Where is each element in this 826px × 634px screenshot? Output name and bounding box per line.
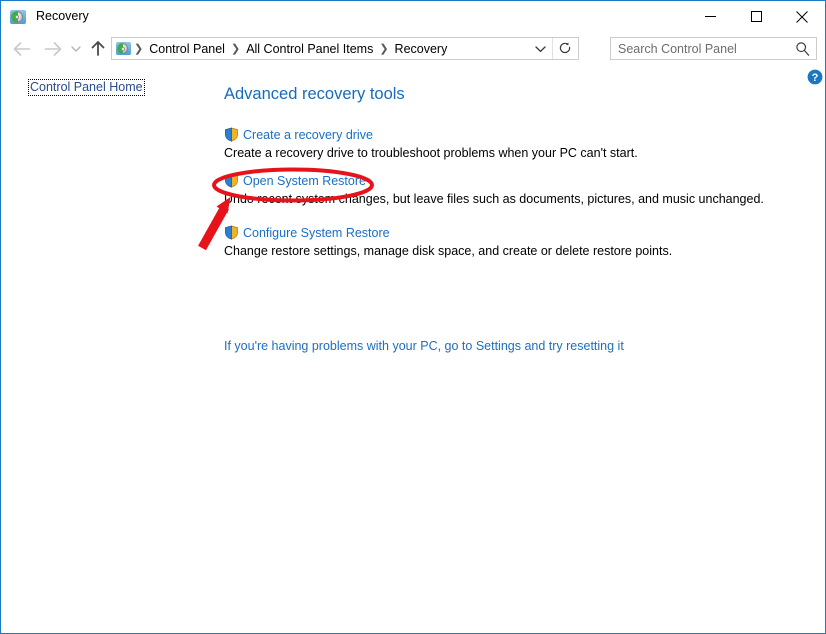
close-button[interactable] [779, 1, 825, 32]
link-create-a-recovery-drive[interactable]: Create a recovery drive [243, 128, 373, 142]
search-icon[interactable] [792, 39, 812, 59]
forward-button[interactable] [40, 36, 66, 61]
chevron-down-icon [71, 45, 81, 53]
recovery-disk-icon [115, 40, 132, 57]
breadcrumb-separator: ❯ [377, 42, 390, 55]
help-button[interactable]: ? [807, 69, 823, 85]
link-open-system-restore[interactable]: Open System Restore [243, 174, 366, 188]
recovery-disk-icon [9, 8, 27, 26]
uac-shield-icon [224, 127, 239, 142]
sidebar: Control Panel Home See also File History [1, 65, 216, 633]
refresh-icon [559, 42, 572, 56]
sidebar-item-control-panel-home[interactable]: Control Panel Home [28, 79, 145, 96]
up-one-level-button[interactable] [85, 36, 111, 61]
minimize-button[interactable] [687, 1, 733, 32]
caption-button-group [687, 1, 825, 32]
content-area: Control Panel Home See also File History… [1, 65, 825, 633]
refresh-button[interactable] [552, 38, 578, 59]
tool-open-system-restore: Open System Restore Undo recent system c… [224, 172, 764, 206]
recovery-window: Recovery [0, 0, 826, 634]
help-question-icon: ? [807, 69, 823, 85]
forward-arrow-icon [44, 41, 62, 57]
breadcrumb-item-all-control-panel-items[interactable]: All Control Panel Items [242, 42, 377, 56]
chevron-down-icon [535, 45, 546, 53]
address-bar: ❯ Control Panel ❯ All Control Panel Item… [1, 32, 825, 65]
breadcrumb[interactable]: ❯ Control Panel ❯ All Control Panel Item… [111, 37, 579, 60]
page-title: Advanced recovery tools [224, 85, 405, 104]
description-configure-system-restore: Change restore settings, manage disk spa… [224, 244, 672, 258]
main-panel: Advanced recovery tools Create a recover… [216, 65, 825, 633]
breadcrumb-item-control-panel[interactable]: Control Panel [145, 42, 229, 56]
recent-locations-button[interactable] [67, 36, 85, 61]
svg-text:?: ? [812, 72, 819, 84]
tool-configure-system-restore: Configure System Restore Change restore … [224, 224, 672, 258]
back-button[interactable] [9, 36, 35, 61]
breadcrumb-separator: ❯ [229, 42, 242, 55]
back-arrow-icon [13, 41, 31, 57]
description-open-system-restore: Undo recent system changes, but leave fi… [224, 192, 764, 206]
up-arrow-icon [90, 40, 106, 57]
minimize-icon [705, 11, 716, 22]
breadcrumb-separator: ❯ [132, 42, 145, 55]
tool-create-recovery-drive: Create a recovery drive Create a recover… [224, 126, 638, 160]
search-input[interactable] [611, 38, 785, 59]
maximize-icon [751, 11, 762, 22]
description-create-a-recovery-drive: Create a recovery drive to troubleshoot … [224, 146, 638, 160]
uac-shield-icon [224, 225, 239, 240]
breadcrumb-item-recovery[interactable]: Recovery [391, 42, 452, 56]
uac-shield-icon [224, 173, 239, 188]
window-title: Recovery [36, 10, 89, 23]
maximize-button[interactable] [733, 1, 779, 32]
link-configure-system-restore[interactable]: Configure System Restore [243, 226, 390, 240]
breadcrumb-dropdown-button[interactable] [529, 38, 551, 59]
link-reset-pc-settings[interactable]: If you're having problems with your PC, … [224, 339, 624, 353]
title-bar: Recovery [1, 1, 825, 32]
search-box[interactable] [610, 37, 817, 60]
close-icon [796, 11, 808, 23]
